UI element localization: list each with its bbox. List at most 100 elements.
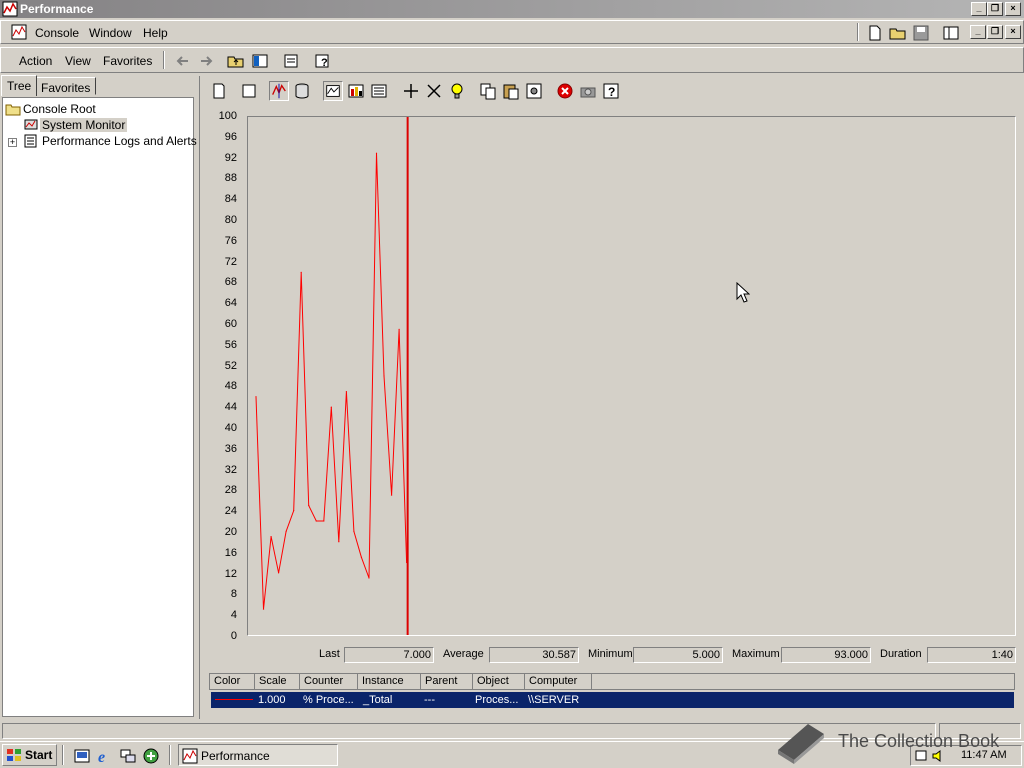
- new-icon[interactable]: [865, 23, 885, 43]
- menu-favorites[interactable]: Favorites: [103, 54, 152, 68]
- monitor-help-icon[interactable]: ?: [601, 81, 621, 101]
- legend-computer: \\SERVER: [528, 694, 580, 706]
- legend-col-parent[interactable]: Parent: [421, 674, 473, 689]
- folder-icon: [5, 104, 21, 116]
- add-counter-icon[interactable]: [401, 81, 421, 101]
- menu-bar: Console Window Help _ ❐ ×: [0, 20, 1024, 44]
- y-tick-label: 8: [230, 588, 237, 601]
- paste-counter-list-icon[interactable]: [501, 81, 521, 101]
- legend-row[interactable]: 1.000 % Proce... _Total --- Proces... \\…: [211, 692, 1014, 708]
- series-line: [255, 153, 408, 610]
- logs-alerts-icon: [24, 134, 37, 148]
- mdi-close-button[interactable]: ×: [1005, 25, 1021, 39]
- windows-logo-icon: [7, 749, 21, 761]
- y-tick-label: 96: [224, 130, 237, 143]
- mdi-minimize-button[interactable]: _: [970, 25, 986, 39]
- update-data-icon[interactable]: [578, 81, 598, 101]
- y-tick-label: 80: [224, 214, 237, 226]
- minimum-label: Minimum: [588, 648, 633, 660]
- view-report-icon[interactable]: [369, 81, 389, 101]
- tab-tree[interactable]: Tree: [1, 75, 38, 96]
- menu-view[interactable]: View: [65, 54, 91, 68]
- tree-item-performance-logs[interactable]: Performance Logs and Alerts: [42, 134, 197, 148]
- new-counter-set-icon[interactable]: [209, 81, 229, 101]
- y-tick-label: 12: [224, 567, 237, 580]
- legend-color-swatch: [215, 699, 253, 700]
- freeze-display-icon[interactable]: [555, 81, 575, 101]
- y-tick-label: 88: [224, 172, 237, 185]
- clear-display-icon[interactable]: [239, 81, 259, 101]
- last-label: Last: [319, 648, 340, 660]
- tree-item-console-root[interactable]: Console Root: [23, 102, 96, 116]
- separator: [163, 51, 165, 69]
- start-button[interactable]: Start: [2, 744, 57, 766]
- save-icon[interactable]: [911, 23, 931, 43]
- open-folder-icon[interactable]: [888, 23, 908, 43]
- menu-action[interactable]: Action: [19, 54, 52, 68]
- data-point: [293, 510, 295, 512]
- restore-button[interactable]: ❐: [987, 2, 1003, 16]
- svg-text:?: ?: [321, 57, 328, 69]
- new-window-icon[interactable]: [941, 23, 961, 43]
- minimum-value: 5.000: [633, 647, 723, 663]
- up-folder-icon[interactable]: [226, 51, 246, 71]
- show-hide-tree-icon[interactable]: [250, 51, 270, 71]
- copy-properties-icon[interactable]: [478, 81, 498, 101]
- menu-help[interactable]: Help: [143, 26, 168, 40]
- menu-console[interactable]: Console: [35, 26, 79, 40]
- legend-col-instance[interactable]: Instance: [358, 674, 421, 689]
- forward-arrow-icon[interactable]: [196, 51, 216, 71]
- properties-icon[interactable]: [281, 51, 301, 71]
- quick-launch-app-icon[interactable]: [142, 747, 160, 765]
- y-tick-label: 72: [224, 255, 237, 268]
- legend-header: Color Scale Counter Instance Parent Obje…: [209, 673, 1015, 690]
- expand-icon[interactable]: +: [8, 138, 17, 147]
- legend-col-computer[interactable]: Computer: [525, 674, 592, 689]
- data-point: [315, 520, 317, 522]
- y-tick-label: 32: [224, 463, 237, 476]
- delete-counter-icon[interactable]: [424, 81, 444, 101]
- average-label: Average: [443, 648, 484, 660]
- legend-col-counter[interactable]: Counter: [300, 674, 358, 689]
- legend-col-scale[interactable]: Scale: [255, 674, 300, 689]
- monitor-properties-icon[interactable]: [524, 81, 544, 101]
- current-activity-icon[interactable]: [269, 81, 289, 101]
- highlight-bulb-icon[interactable]: [447, 81, 467, 101]
- action-toolbar: Action View Favorites ?: [0, 47, 1024, 73]
- svg-text:e: e: [98, 749, 105, 765]
- legend-col-object[interactable]: Object: [473, 674, 525, 689]
- legend-parent: ---: [424, 694, 435, 706]
- legend-col-color[interactable]: Color: [210, 674, 255, 689]
- view-log-data-icon[interactable]: [292, 81, 312, 101]
- view-histogram-icon[interactable]: [346, 81, 366, 101]
- taskbar-performance-button[interactable]: Performance: [178, 744, 338, 766]
- tree-item-system-monitor[interactable]: System Monitor: [40, 118, 128, 132]
- console-icon[interactable]: [11, 24, 27, 40]
- tab-favorites[interactable]: Favorites: [35, 77, 97, 95]
- book-logo-icon: [778, 724, 824, 764]
- duration-label: Duration: [880, 648, 922, 660]
- data-point: [353, 530, 355, 532]
- data-point: [368, 577, 370, 579]
- network-icon[interactable]: [119, 747, 137, 765]
- title-bar: Performance _ ❐ ×: [0, 0, 1024, 18]
- data-point: [345, 390, 347, 393]
- help-icon[interactable]: ?: [312, 51, 332, 71]
- view-graph-icon[interactable]: [323, 81, 343, 101]
- last-value: 7.000: [344, 647, 434, 663]
- legend-instance: _Total: [363, 694, 393, 706]
- window-title: Performance: [20, 2, 94, 16]
- data-point: [262, 608, 265, 610]
- minimize-button[interactable]: _: [971, 2, 987, 16]
- mdi-restore-button[interactable]: ❐: [987, 25, 1003, 39]
- close-button[interactable]: ×: [1005, 2, 1021, 16]
- y-tick-label: 64: [224, 297, 237, 310]
- data-point: [308, 504, 310, 507]
- menu-window[interactable]: Window: [89, 26, 132, 40]
- back-arrow-icon[interactable]: [173, 51, 193, 71]
- start-label: Start: [25, 748, 53, 762]
- show-desktop-icon[interactable]: [73, 747, 91, 765]
- maximum-value: 93.000: [781, 647, 871, 663]
- internet-explorer-icon[interactable]: e: [96, 747, 114, 765]
- duration-value: 1:40: [927, 647, 1016, 663]
